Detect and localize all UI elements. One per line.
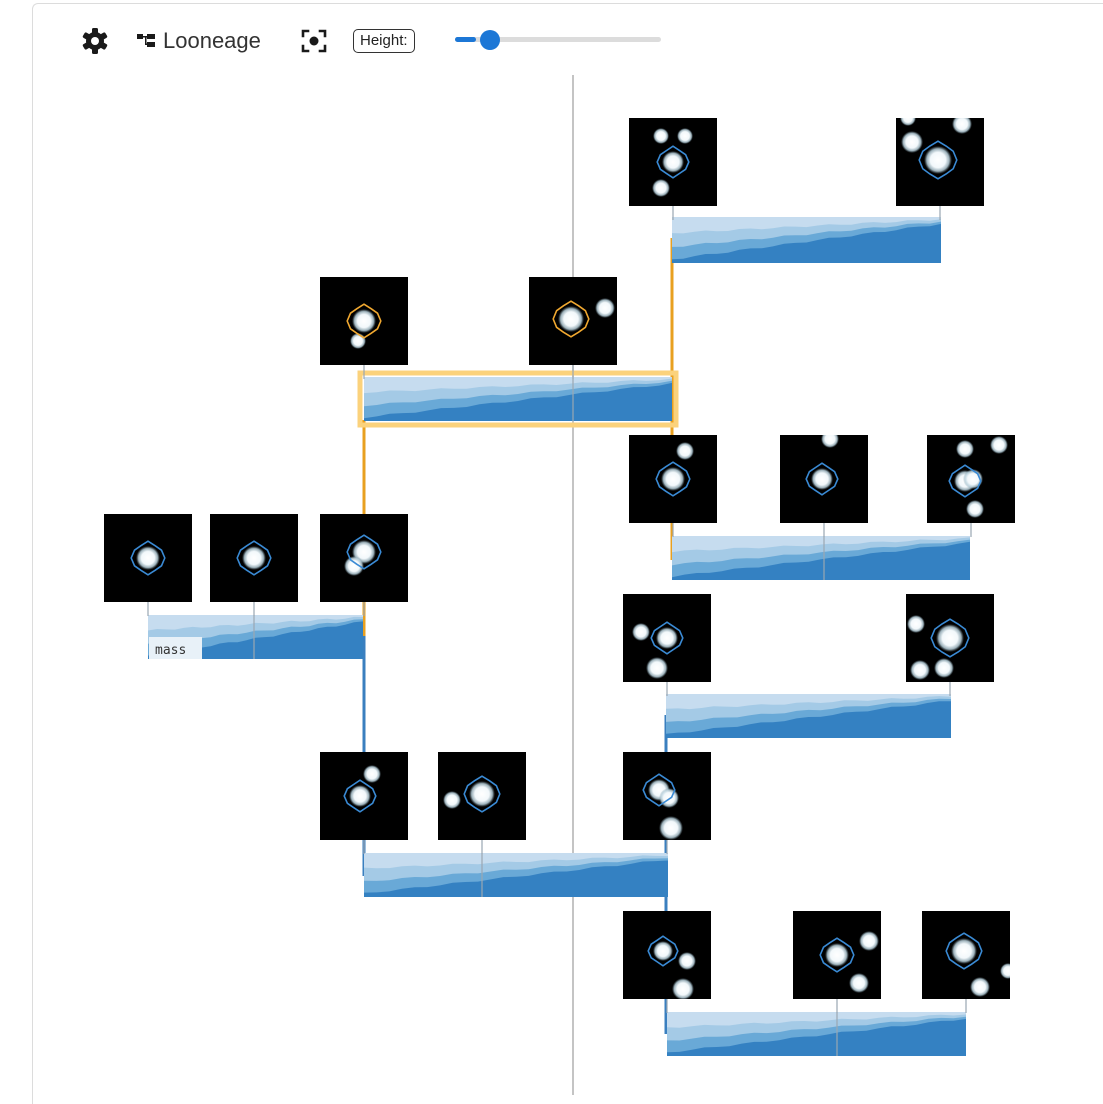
lineage-track[interactable] — [666, 694, 951, 738]
lineage-track[interactable] — [672, 217, 941, 263]
cell-blob — [934, 658, 954, 678]
cell-thumbnail[interactable] — [623, 911, 711, 1013]
cell-blob — [662, 151, 684, 173]
cell-blob — [901, 131, 923, 153]
lineage-track[interactable] — [672, 536, 970, 580]
cell-blob — [656, 627, 678, 649]
cell-thumbnail[interactable] — [927, 435, 1015, 537]
cell-blob — [242, 546, 266, 570]
cell-blob — [672, 978, 694, 999]
cell-thumbnail[interactable] — [623, 752, 711, 854]
cell-blob — [653, 128, 669, 144]
cell-thumbnail[interactable] — [629, 118, 717, 220]
lineage-tree[interactable]: mass — [0, 0, 1103, 1095]
cell-blob — [990, 436, 1008, 454]
cell-thumbnail[interactable] — [623, 594, 711, 696]
cell-blob — [661, 467, 685, 491]
cell-blob — [849, 973, 869, 993]
cell-thumbnail[interactable] — [922, 911, 1016, 1013]
cell-blob — [363, 765, 381, 783]
cell-thumbnail[interactable] — [210, 514, 298, 616]
cell-blob — [349, 785, 371, 807]
cell-thumbnail[interactable] — [320, 514, 408, 616]
cell-blob — [1000, 963, 1010, 979]
lineage-track[interactable] — [364, 853, 668, 897]
cell-blob — [966, 500, 984, 518]
cell-thumbnail[interactable] — [104, 514, 192, 616]
cell-thumbnail[interactable] — [780, 430, 868, 537]
track-label: mass — [155, 643, 186, 658]
cell-thumbnail[interactable] — [529, 277, 617, 379]
cell-blob — [469, 781, 495, 807]
cell-blob — [956, 440, 974, 458]
cell-blob — [653, 941, 673, 961]
cell-blob — [677, 128, 693, 144]
cell-blob — [136, 546, 160, 570]
cell-blob — [970, 977, 990, 997]
cell-blob — [924, 146, 952, 174]
cell-blob — [936, 624, 964, 652]
cell-blob — [900, 118, 916, 126]
cell-blob — [951, 938, 977, 964]
cell-blob — [632, 623, 650, 641]
cell-blob — [859, 931, 879, 951]
cell-thumbnail[interactable] — [438, 752, 526, 854]
cell-thumbnail[interactable] — [320, 752, 408, 854]
cell-blob — [652, 179, 670, 197]
cell-blob — [595, 298, 615, 318]
cell-blob — [443, 791, 461, 809]
cell-thumbnail[interactable] — [320, 277, 408, 379]
cell-blob — [659, 788, 679, 808]
cell-blob — [350, 333, 366, 349]
lineage-track[interactable] — [357, 370, 679, 428]
cell-thumbnail[interactable] — [896, 110, 984, 220]
cell-blob — [811, 468, 833, 490]
lineage-track[interactable] — [667, 1012, 966, 1056]
cell-blob — [646, 657, 668, 679]
cell-blob — [821, 435, 839, 448]
cell-thumbnail[interactable] — [906, 594, 994, 696]
cell-thumbnail[interactable] — [793, 911, 881, 1013]
cell-blob — [659, 816, 683, 840]
cell-blob — [676, 442, 694, 460]
cell-blob — [558, 306, 584, 332]
cell-blob — [907, 615, 925, 633]
cell-blob — [825, 943, 849, 967]
cell-blob — [910, 660, 930, 680]
cell-blob — [352, 309, 376, 333]
cell-blob — [678, 952, 696, 970]
cell-thumbnail[interactable] — [629, 435, 717, 537]
cell-blob — [952, 118, 972, 134]
